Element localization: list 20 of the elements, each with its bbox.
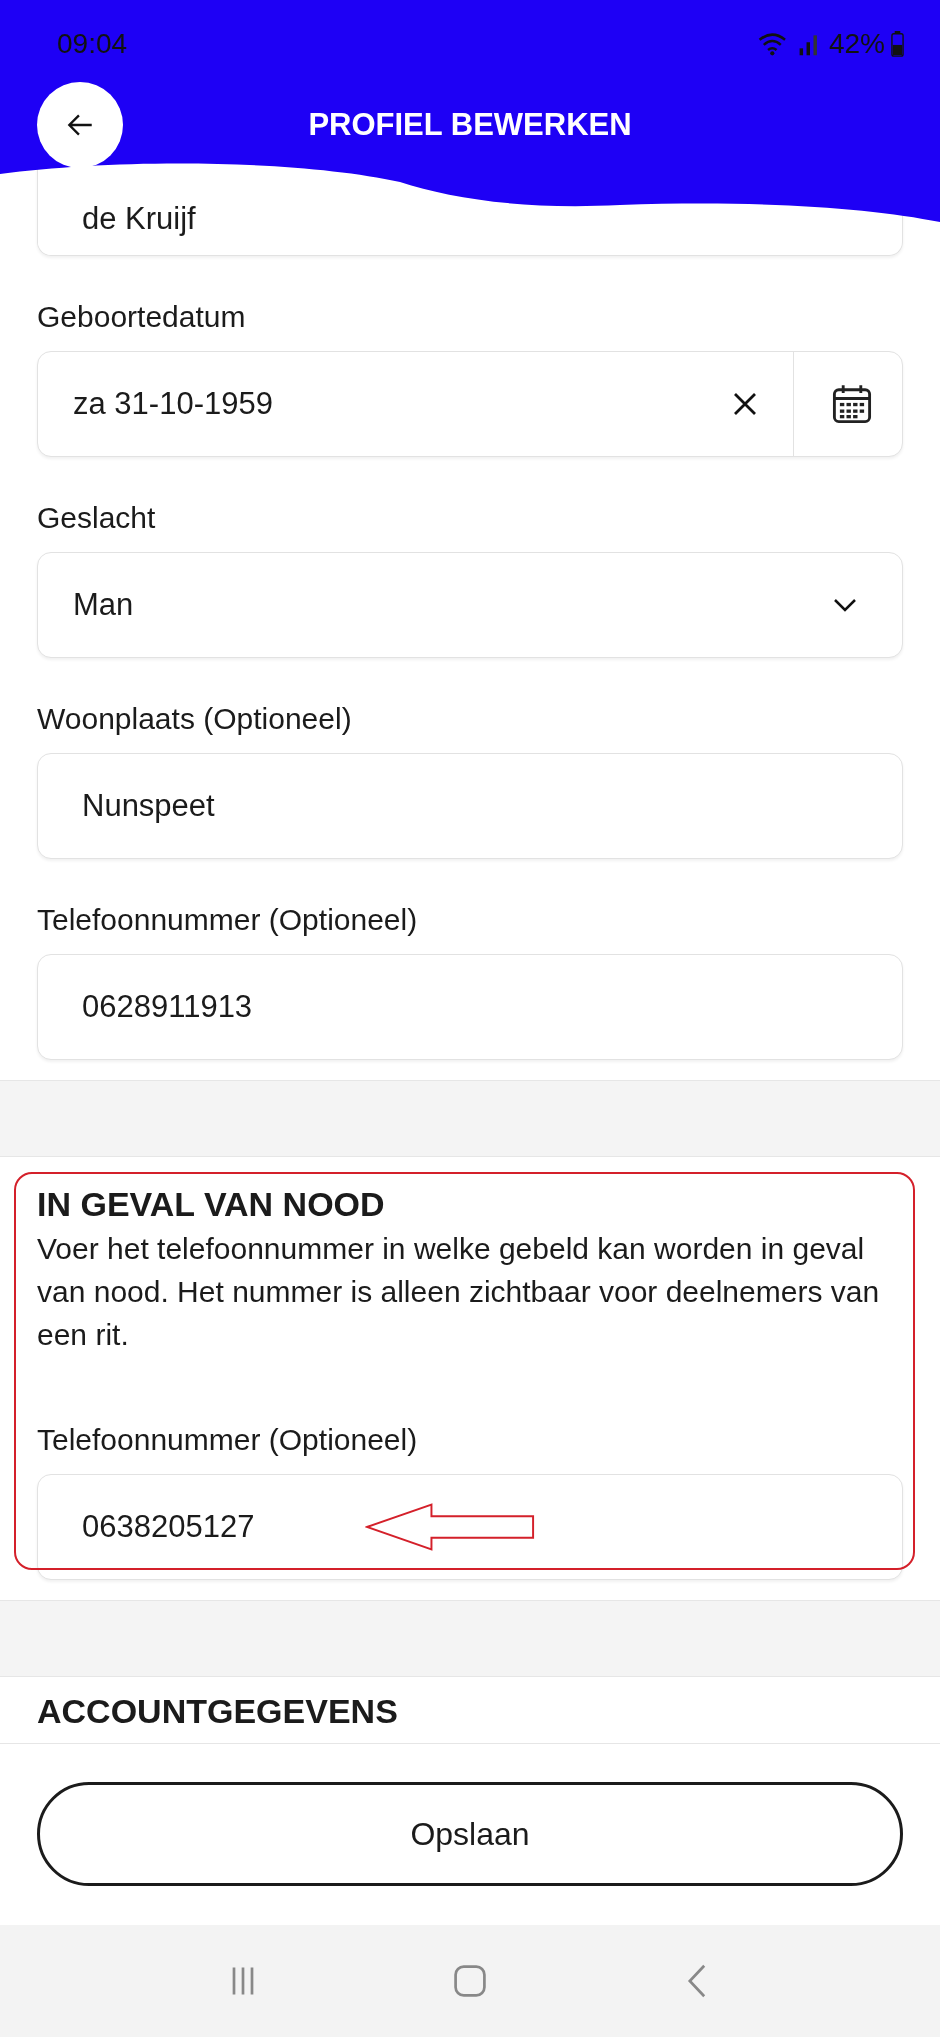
save-button[interactable]: Opslaan: [37, 1782, 903, 1886]
section-title: IN GEVAL VAN NOOD: [37, 1184, 386, 1225]
battery-icon: [891, 31, 904, 57]
input-field[interactable]: Nunspeet: [37, 753, 903, 859]
battery-level: 42%: [828, 28, 885, 60]
field-label: Telefoonnummer (Optioneel): [37, 902, 419, 938]
home-icon[interactable]: [452, 1963, 488, 1999]
dropdown[interactable]: Man: [37, 552, 903, 658]
field-label: Geslacht: [37, 500, 157, 536]
date-field[interactable]: za 31-10-1959: [37, 351, 903, 457]
field-label: Telefoonnummer (Optioneel): [37, 1422, 419, 1458]
field-label: Woonplaats (Optioneel): [37, 701, 353, 737]
section-title: ACCOUNTGEGEVENS: [37, 1691, 399, 1732]
page-title: PROFIEL BEWERKEN: [307, 107, 633, 143]
calendar-icon[interactable]: [830, 382, 874, 426]
input-field[interactable]: 0638205127: [37, 1474, 903, 1580]
input-field[interactable]: 0628911913: [37, 954, 903, 1060]
description: Voer het telefoonnummer in welke gebeld kan worden in geval van nood. Het nummer is alleen zichtbaar voor deelnemers van een rit.: [37, 1231, 881, 1353]
field-label: Geboortedatum: [37, 299, 247, 335]
clock: 09:04: [57, 28, 128, 60]
